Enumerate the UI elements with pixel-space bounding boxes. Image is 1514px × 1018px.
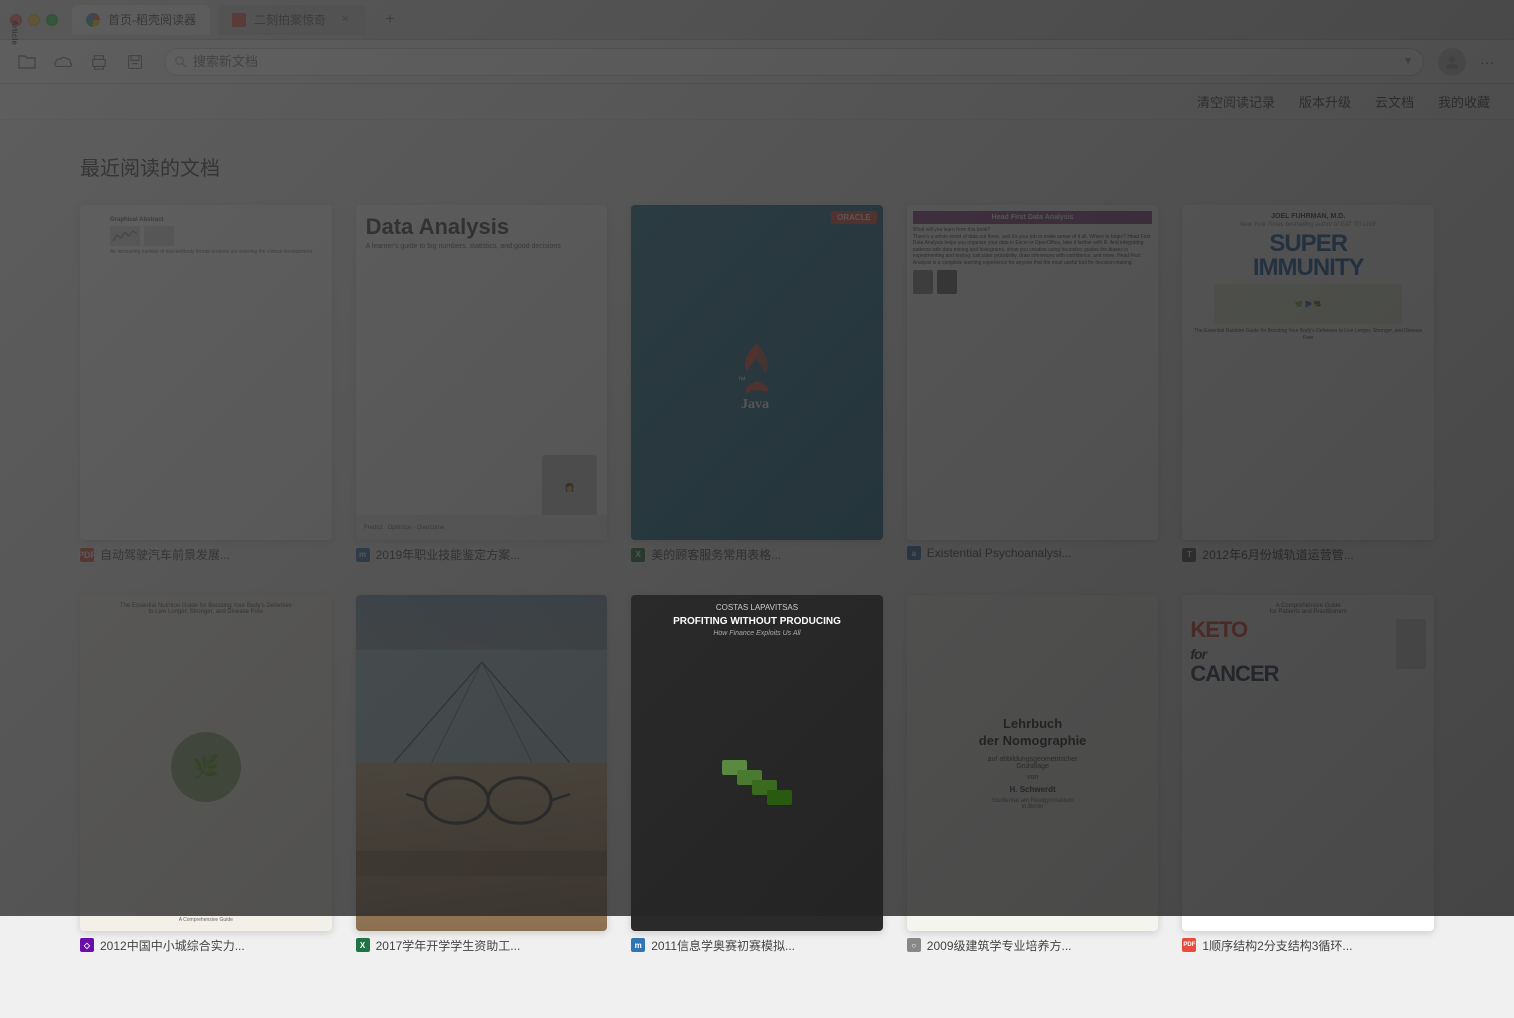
- book-title-7: 2017学年开学学生资助工...: [376, 937, 521, 954]
- pdf-icon-10: PDF: [1182, 938, 1196, 952]
- main-content: 最近阅读的文档 Article Graphical Abstract: [0, 120, 1514, 1018]
- book-label-7: X 2017学年开学学生资助工...: [356, 937, 608, 954]
- book-title-6: 2012中国中小城综合实力...: [100, 937, 245, 954]
- book-label-8: m 2011信息学奥赛初赛模拟...: [631, 937, 883, 954]
- book-title-10: 1顺序结构2分支结构3循环...: [1202, 937, 1352, 954]
- book-title-9: 2009级建筑学专业培养方...: [927, 937, 1072, 954]
- book-label-6: ◇ 2012中国中小城综合实力...: [80, 937, 332, 954]
- other-icon-9: ○: [907, 938, 921, 952]
- book-item-8[interactable]: COSTAS LAPAVITSAS PROFITING WITHOUT PROD…: [631, 595, 883, 953]
- book-cover-8: COSTAS LAPAVITSAS PROFITING WITHOUT PROD…: [631, 595, 883, 930]
- word-icon-8: m: [631, 938, 645, 952]
- book-title-8: 2011信息学奥赛初赛模拟...: [651, 937, 795, 954]
- books-row-2: The Essential Nutrition Guide for Boosti…: [80, 595, 1434, 953]
- book-label-9: ○ 2009级建筑学专业培养方...: [907, 937, 1159, 954]
- book-label-10: PDF 1顺序结构2分支结构3循环...: [1182, 937, 1434, 954]
- epub-icon-6: ◇: [80, 938, 94, 952]
- excel-icon-7: X: [356, 938, 370, 952]
